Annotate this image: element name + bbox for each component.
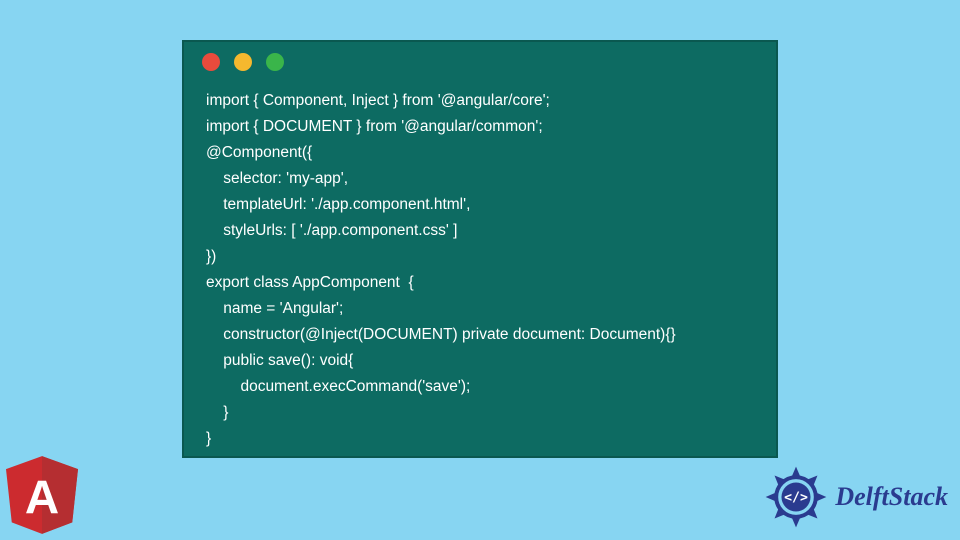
close-icon[interactable] [202, 53, 220, 71]
code-content: import { Component, Inject } from '@angu… [184, 82, 776, 472]
delftstack-text: DelftStack [835, 482, 948, 512]
delftstack-badge-icon: </> [763, 464, 829, 530]
code-window: import { Component, Inject } from '@angu… [182, 40, 778, 458]
window-titlebar [184, 42, 776, 82]
delft-glyph: </> [784, 491, 808, 506]
maximize-icon[interactable] [266, 53, 284, 71]
angular-letter: A [25, 472, 59, 525]
minimize-icon[interactable] [234, 53, 252, 71]
angular-logo-icon: A [6, 456, 78, 534]
delftstack-logo: </> DelftStack [763, 464, 948, 530]
